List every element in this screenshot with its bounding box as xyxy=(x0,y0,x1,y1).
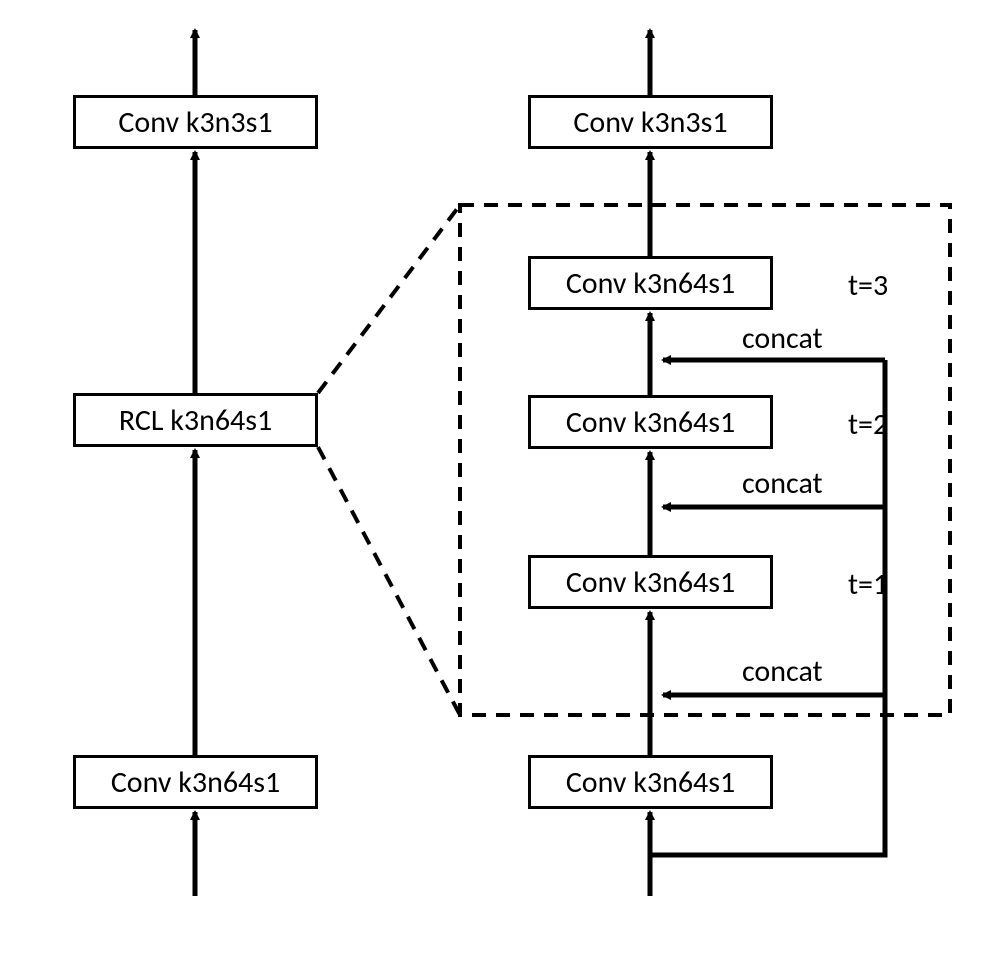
label-concat-3: concat xyxy=(742,320,823,357)
right-conv-t2-label: Conv k3n64s1 xyxy=(566,404,735,441)
left-bottom-conv-label: Conv k3n64s1 xyxy=(111,764,280,801)
left-rcl-box: RCL k3n64s1 xyxy=(73,393,318,447)
label-concat-1: concat xyxy=(742,653,823,690)
label-concat-2: concat xyxy=(742,465,823,502)
left-top-conv-box: Conv k3n3s1 xyxy=(73,95,318,149)
right-conv-t3-label: Conv k3n64s1 xyxy=(566,265,735,302)
right-conv-t1-label: Conv k3n64s1 xyxy=(566,564,735,601)
right-bottom-conv-box: Conv k3n64s1 xyxy=(528,755,773,809)
label-t3: t=3 xyxy=(848,267,888,304)
right-conv-t3-box: Conv k3n64s1 xyxy=(528,256,773,310)
right-top-conv-box: Conv k3n3s1 xyxy=(528,95,773,149)
left-bottom-conv-box: Conv k3n64s1 xyxy=(73,755,318,809)
left-top-conv-label: Conv k3n3s1 xyxy=(118,104,272,141)
label-t2: t=2 xyxy=(848,406,888,443)
right-top-conv-label: Conv k3n3s1 xyxy=(573,104,727,141)
right-bottom-conv-label: Conv k3n64s1 xyxy=(566,764,735,801)
label-t1: t=1 xyxy=(848,566,888,603)
right-conv-t1-box: Conv k3n64s1 xyxy=(528,555,773,609)
right-conv-t2-box: Conv k3n64s1 xyxy=(528,395,773,449)
left-rcl-label: RCL k3n64s1 xyxy=(119,402,272,439)
